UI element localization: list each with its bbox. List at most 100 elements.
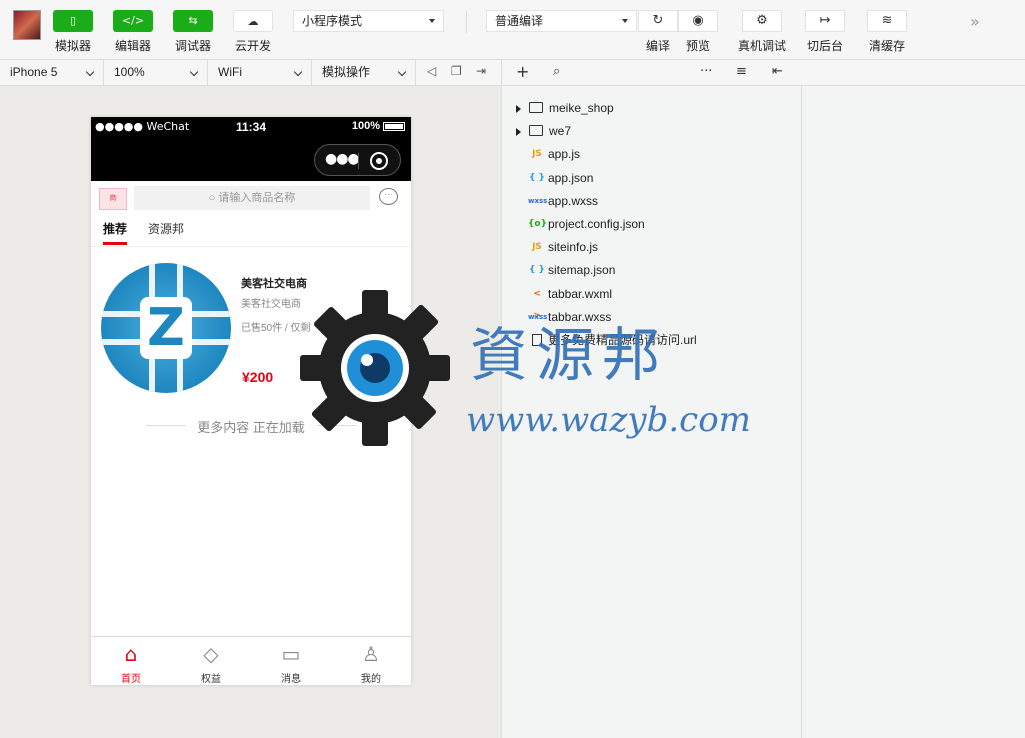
simulator-toolbar: iPhone 5 100% WiFi 模拟操作 ◁ ❐ ⇥ [0,60,501,86]
compile-select[interactable]: 普通编译 [486,10,637,32]
layers-icon: ≋ [867,10,907,32]
simulator-toggle-button[interactable]: ▯ 模拟器 [53,10,93,54]
phone-icon: ▯ [53,10,93,32]
add-icon[interactable]: + [516,62,529,81]
product-image[interactable]: Z [101,263,231,393]
file-name: app.js [548,147,581,162]
phone-status-bar: ●●●●● WeChat 11:34 100% [91,117,411,137]
more-icon[interactable]: » [970,12,980,31]
mode-select[interactable]: 小程序模式 [293,10,444,32]
json-file-icon: { } [529,172,545,183]
window-icon[interactable]: ❐ [451,64,462,78]
file-explorer: + ⌕ ··· ≡ ⇤ meike_shop we7 JS app.js{ } app.… [501,60,802,738]
chevron-down-icon [189,67,199,77]
refresh-icon: ↻ [638,10,678,32]
file-tree-item[interactable]: JS app.js [502,143,802,165]
user-avatar[interactable] [13,10,41,40]
caret-right-icon[interactable] [516,105,521,113]
compile-label: 编译 [645,39,670,53]
file-tree-item[interactable]: {o} project.config.json [502,213,802,235]
caret-right-icon[interactable] [516,128,521,137]
file-tree-item[interactable]: < > tabbar.wxml [502,283,802,321]
compile-button[interactable]: ↻ 编译 [638,10,678,54]
config-file-icon: {o} [528,219,547,229]
search-icon: ○ [208,192,219,204]
editor-toggle-button[interactable]: </> 编辑器 [113,10,153,54]
tab-ziyuanbang[interactable]: 资源邦 [148,220,184,237]
search-icon[interactable]: ⌕ [553,64,560,79]
file-name: meike_shop [549,101,614,115]
capsule-divider [358,153,359,169]
diamond-icon: ◇ [203,642,219,666]
file-tree-item[interactable]: JS siteinfo.js [502,236,802,258]
shop-logo[interactable]: 商 [99,188,127,210]
search-row: 商 ○ 请输入商品名称 ··· [91,181,411,217]
chevron-down-icon [85,67,95,77]
close-target-icon[interactable] [370,152,388,170]
preview-button[interactable]: ◉ 预览 [678,10,718,54]
capsule-menu[interactable]: ●●● [314,144,401,176]
tabbar-item-rights[interactable]: ◇ 权益 [171,641,251,685]
debugger-label: 调试器 [174,39,211,53]
zoom-select[interactable]: 100% [104,60,208,85]
device-select[interactable]: iPhone 5 [0,60,104,85]
product-name: 美客社交电商 [241,278,307,290]
file-name: app.json [548,170,594,185]
detach-icon[interactable]: ⇥ [476,64,486,78]
file-name: we7 [549,124,572,139]
tabbar-item-messages[interactable]: ▭ 消息 [251,641,331,685]
clear-cache-button[interactable]: ≋ 清缓存 [864,10,910,54]
operation-select-value: 模拟操作 [322,65,371,79]
status-time: 11:34 [236,120,267,134]
background-label: 切后台 [806,39,843,53]
js-file-icon: JS [532,242,542,253]
bug-icon: ⚙ [742,10,782,32]
file-tree-item[interactable]: { } sitemap.json [502,259,802,281]
file-tree-item[interactable]: wxss app.wxss [502,190,802,212]
file-name: siteinfo.js [548,240,599,255]
search-input[interactable]: ○ 请输入商品名称 [134,186,370,210]
collapse-panel-icon[interactable]: ⇤ [772,64,783,79]
preview-label: 预览 [685,39,710,53]
category-tabs: 推荐 资源邦 [91,217,411,247]
tabbar-item-home[interactable]: ⌂ 首页 [91,641,171,685]
file-tree-item[interactable]: we7 [502,120,802,142]
zoom-select-value: 100% [114,65,145,79]
remote-debug-button[interactable]: ⚙ 真机调试 [734,10,790,54]
chat-icon[interactable]: ··· [379,188,398,205]
more-dots-icon[interactable]: ●●● [325,151,360,167]
gear-watermark-icon [300,290,450,446]
main-toolbar: ▯ 模拟器 </> 编辑器 ⇆ 调试器 ☁ 云开发 小程序模式 普通编译 ↻ 编… [0,0,1025,60]
remote-debug-label: 真机调试 [737,39,786,53]
eye-icon: ◉ [678,10,718,32]
user-icon: ♙ [362,642,380,666]
background-button[interactable]: ↦ 切后台 [802,10,848,54]
chevron-down-icon [397,67,407,77]
cloud-dev-button[interactable]: ☁ 云开发 [233,10,273,54]
tabbar-label-messages: 消息 [281,674,301,685]
code-icon: </> [113,10,153,32]
signal-carrier: ●●●●● WeChat [95,120,190,133]
sort-icon[interactable]: ≡ [736,64,747,79]
file-tree-item[interactable]: { } app.json [502,167,802,189]
wxss-file-icon: wxss [528,196,548,205]
tabbar-item-mine[interactable]: ♙ 我的 [331,641,411,685]
sound-icon[interactable]: ◁ [427,64,436,78]
file-tree-item[interactable]: meike_shop [502,97,802,119]
more-icon[interactable]: ··· [700,64,712,79]
battery-status: 100% [352,120,405,132]
battery-icon [383,121,405,131]
device-select-value: iPhone 5 [10,65,58,79]
toolbar-divider [466,11,467,33]
operation-select[interactable]: 模拟操作 [312,60,416,85]
phone-nav-bar: ●●● [91,137,411,181]
tabbar-label-home: 首页 [121,674,141,685]
simulator-label: 模拟器 [54,39,91,53]
mode-select-value: 小程序模式 [302,14,363,28]
js-file-icon: JS [532,149,542,160]
debugger-toggle-button[interactable]: ⇆ 调试器 [173,10,213,54]
network-select[interactable]: WiFi [208,60,312,85]
file-name: app.wxss [548,193,599,208]
folder-icon [529,102,543,113]
tab-recommend[interactable]: 推荐 [103,220,128,245]
